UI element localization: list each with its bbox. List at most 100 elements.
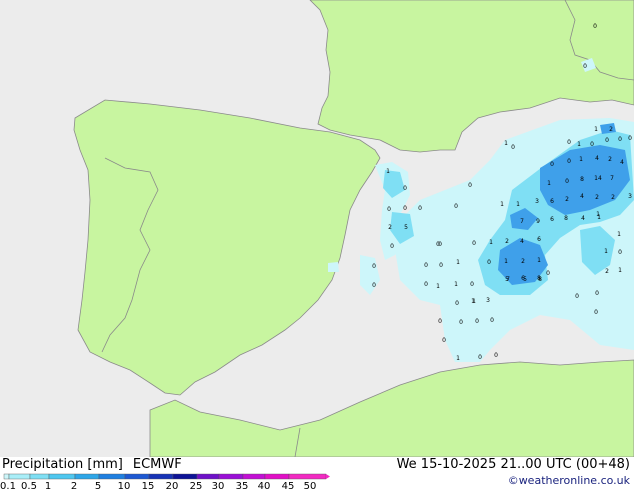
precip-value-label: 0 <box>454 203 458 210</box>
valid-time: We 15-10-2025 21..00 UTC (00+48) <box>396 457 630 472</box>
legend-swatch <box>242 473 266 480</box>
precip-value-label: 4 <box>620 159 624 166</box>
legend-swatch <box>172 473 198 480</box>
precip-value-label: 0 <box>424 281 428 288</box>
precip-value-label: 14 <box>594 175 602 182</box>
precip-value-label: 5 <box>404 224 408 231</box>
precip-value-label: 1 <box>456 355 460 362</box>
precip-value-label: 2 <box>605 268 609 275</box>
legend-swatch <box>29 473 50 480</box>
legend-swatch <box>48 473 76 480</box>
legend-tick-label: 5 <box>95 481 101 490</box>
precip-value-label: 2 <box>595 194 599 201</box>
legend-swatch <box>218 473 244 480</box>
credit-link[interactable]: ©weatheronline.co.uk <box>508 474 630 487</box>
precip-value-label: 0 <box>487 259 491 266</box>
precip-value-label: 0 <box>442 337 446 344</box>
legend-swatch <box>98 473 126 480</box>
precip-value-label: 1 <box>604 248 608 255</box>
precip-value-label: 0 <box>390 243 394 250</box>
map-canvas: 00010 00 0 02 50 00000 00 11 1 3 6 2 41697 8 4 10 1 2 4 60 1… <box>0 0 634 458</box>
precip-value-label: 0 <box>494 352 498 359</box>
precip-value-label: 0 <box>424 262 428 269</box>
legend-swatch <box>3 473 10 480</box>
precip-value-label: 0 <box>468 182 472 189</box>
precip-value-label: 0 <box>567 139 571 146</box>
precip-value-label: 1 <box>454 281 458 288</box>
legend-swatch <box>288 473 327 480</box>
precip-value-label: 2 <box>565 196 569 203</box>
precip-value-label: 0 <box>618 249 622 256</box>
precip-value-label: 0 <box>472 240 476 247</box>
legend-tick-label: 15 <box>142 481 155 490</box>
precip-value-label: 3 <box>486 297 490 304</box>
precip-value-label: 1 <box>594 126 598 133</box>
precip-value-label: 0 <box>628 135 632 142</box>
precip-value-label: 3 <box>535 198 539 205</box>
precip-value-label: 1 <box>516 201 520 208</box>
legend-tick-label: 0.1 <box>0 481 16 490</box>
precip-value-label: 7 <box>520 218 524 225</box>
legend-swatches <box>3 473 330 480</box>
precip-value-label: 0 <box>490 317 494 324</box>
legend-tick-label: 1 <box>45 481 51 490</box>
precip-value-label: 0 <box>438 241 442 248</box>
precip-value-label: 8 <box>538 276 542 283</box>
precip-value-label: 0 <box>403 185 407 192</box>
legend-tick-label: 0.5 <box>21 481 37 490</box>
legend-swatch <box>264 473 290 480</box>
precip-value-label: 0 <box>565 178 569 185</box>
precip-value-label: 0 <box>478 354 482 361</box>
legend-swatch <box>196 473 220 480</box>
precip-value-label: 0 <box>475 318 479 325</box>
legend-tick-label: 45 <box>282 481 295 490</box>
legend-tick-label: 2 <box>71 481 77 490</box>
legend-tick-label: 30 <box>212 481 225 490</box>
precip-value-label: 0 <box>605 137 609 144</box>
precip-value-label: 9 <box>536 218 540 225</box>
legend-swatch <box>8 473 31 480</box>
precip-value-label: 8 <box>564 215 568 222</box>
precip-value-label: 0 <box>546 270 550 277</box>
precip-value-label: 1 <box>504 140 508 147</box>
precip-value-label: 1 <box>579 156 583 163</box>
precip-value-label: 0 <box>439 262 443 269</box>
precip-value-label: 1 <box>577 141 581 148</box>
precip-value-label: 4 <box>595 155 599 162</box>
precip-value-label: 1 <box>547 180 551 187</box>
precip-value-label: 5 <box>523 276 527 283</box>
precip-value-label: 0 <box>595 290 599 297</box>
precip-value-label: 1 <box>597 214 601 221</box>
precip-value-label: 1 <box>436 283 440 290</box>
legend-swatch <box>148 473 174 480</box>
precip-value-label: 1 <box>456 259 460 266</box>
legend-tick-label: 25 <box>190 481 203 490</box>
precip-value-label: 0 <box>387 206 391 213</box>
legend-tick-label: 10 <box>118 481 131 490</box>
precip-value-label: 0 <box>593 23 597 30</box>
precip-value-label: 1 <box>386 168 390 175</box>
precip-value-label: 0 <box>418 205 422 212</box>
precip-value-label: 6 <box>550 198 554 205</box>
legend-tick-label: 35 <box>236 481 249 490</box>
precip-value-label: 0 <box>438 318 442 325</box>
precip-value-label: 0 <box>583 63 587 70</box>
precip-value-label: 1 <box>504 258 508 265</box>
precip-value-label: 0 <box>459 319 463 326</box>
legend-swatch <box>124 473 150 480</box>
precip-value-label: 2 <box>521 258 525 265</box>
precip-value-label: 0 <box>594 309 598 316</box>
precip-value-label: 2 <box>505 238 509 245</box>
precip-value-label: 0 <box>567 158 571 165</box>
precip-value-label: 2 <box>608 156 612 163</box>
precip-value-label: 2 <box>388 224 392 231</box>
legend-ticks: 0.1 0.5 1 2 5 10 15 20 25 30 35 40 45 50 <box>0 481 316 490</box>
bottom-bar: Precipitation [mm] ECMWF We 15-10-2025 21… <box>0 457 634 490</box>
precip-value-label: 3 <box>628 193 632 200</box>
precip-value-label: 0 <box>590 141 594 148</box>
precip-value-label: 4 <box>520 238 524 245</box>
precip-value-label: 2 <box>611 194 615 201</box>
product-name: Precipitation [mm] <box>2 457 123 472</box>
legend-arrow <box>326 474 330 479</box>
precip-value-label: 4 <box>581 215 585 222</box>
